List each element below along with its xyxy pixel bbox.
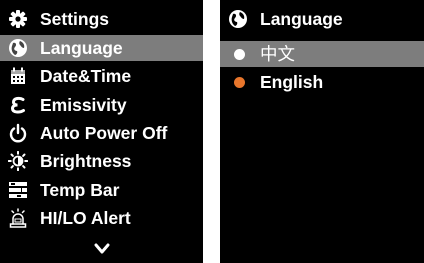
settings-title: Settings <box>40 9 110 29</box>
brightness-icon <box>8 151 28 171</box>
language-option-label: 中文 <box>260 44 295 64</box>
language-header: Language <box>220 6 424 32</box>
temp-bar-icon <box>8 180 28 200</box>
menu-item-label: Language <box>40 38 123 58</box>
chevron-down-icon[interactable] <box>93 241 111 257</box>
menu-item-auto-power-off[interactable]: Auto Power Off <box>0 120 203 146</box>
menu-item-date-time[interactable]: Date&Time <box>0 63 203 89</box>
globe-icon <box>8 38 28 58</box>
language-option-english[interactable]: English <box>220 69 424 95</box>
menu-item-label: Temp Bar <box>40 180 120 200</box>
alarm-icon <box>8 208 28 228</box>
globe-icon <box>228 9 248 29</box>
menu-item-language[interactable]: Language <box>0 35 203 61</box>
language-title: Language <box>260 9 343 29</box>
language-option-chinese[interactable]: 中文 <box>220 41 424 67</box>
epsilon-icon <box>8 95 28 115</box>
menu-item-label: Auto Power Off <box>40 123 168 143</box>
menu-item-hi-lo-alert[interactable]: HI/LO Alert <box>0 205 203 231</box>
gear-icon <box>8 9 28 29</box>
settings-header: Settings <box>0 6 203 32</box>
menu-item-label: Emissivity <box>40 95 127 115</box>
menu-item-label: HI/LO Alert <box>40 208 131 228</box>
menu-item-brightness[interactable]: Brightness <box>0 148 203 174</box>
language-option-label: English <box>260 72 324 92</box>
radio-dot <box>234 77 245 88</box>
radio-dot <box>234 49 245 60</box>
settings-screen: Settings Language Date&Time Emissivity A… <box>0 0 203 263</box>
menu-item-label: Date&Time <box>40 66 132 86</box>
calendar-icon <box>8 66 28 86</box>
power-icon <box>8 123 28 143</box>
menu-item-label: Brightness <box>40 151 132 171</box>
menu-item-emissivity[interactable]: Emissivity <box>0 92 203 118</box>
menu-item-temp-bar[interactable]: Temp Bar <box>0 177 203 203</box>
language-screen: Language 中文 English <box>220 0 424 263</box>
